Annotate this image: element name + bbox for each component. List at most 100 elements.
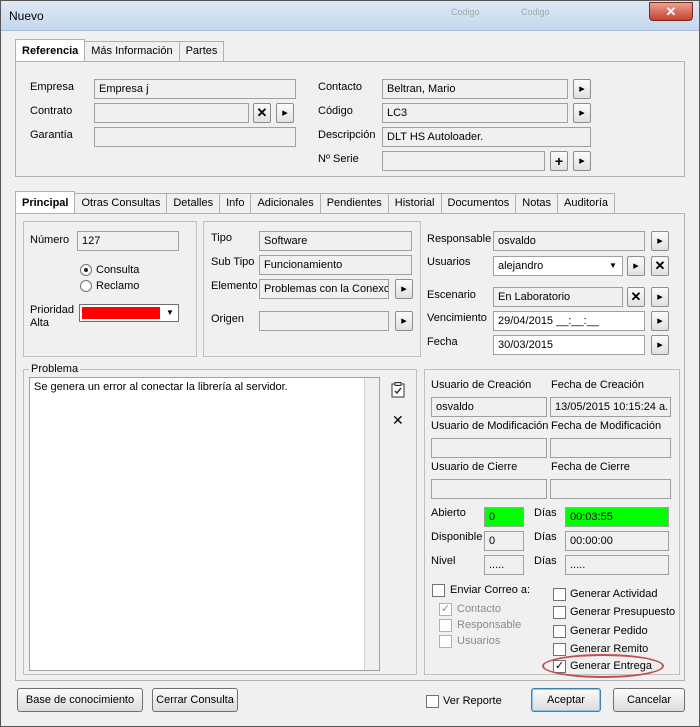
usuarios-select[interactable]: alejandro <box>493 256 623 276</box>
enviar-correo-label: Enviar Correo a: <box>450 584 531 596</box>
tab-info[interactable]: Info <box>219 193 252 213</box>
consulta-radio-label: Consulta <box>96 264 140 276</box>
codigo-field[interactable]: LC3 <box>382 103 568 123</box>
select-elemento-button[interactable]: ▸ <box>395 279 413 299</box>
add-serie-button[interactable]: + <box>550 151 568 171</box>
fecha-label: Fecha <box>427 336 458 348</box>
tipo-field[interactable]: Software <box>259 231 412 251</box>
arrow-right-icon: ▸ <box>579 83 585 95</box>
vencimiento-calendar-button[interactable]: ▸ <box>651 311 669 331</box>
usr-cierre-field <box>431 479 547 499</box>
tab-auditoria[interactable]: Auditoría <box>557 193 616 213</box>
empresa-label: Empresa <box>30 81 75 93</box>
arrow-right-icon: ▸ <box>657 291 663 303</box>
select-usuarios-button[interactable]: ▸ <box>627 256 645 276</box>
close-window-button[interactable]: ✕ <box>649 2 693 21</box>
tab-detalles[interactable]: Detalles <box>166 193 221 213</box>
contrato-field[interactable] <box>94 103 249 123</box>
checkmark-icon: ✓ <box>440 603 451 615</box>
clear-contrato-button[interactable]: ✕ <box>253 103 271 123</box>
select-serie-button[interactable]: ▸ <box>573 151 591 171</box>
close-icon: ✕ <box>256 105 268 120</box>
elemento-label: Elemento <box>211 280 258 292</box>
cancelar-button[interactable]: Cancelar <box>613 688 685 712</box>
dialog-window: Nuevo Codigo Codigo ✕ Referencia Más Inf… <box>0 0 700 727</box>
generar-actividad-checkbox[interactable] <box>553 588 566 601</box>
generar-remito-checkbox[interactable] <box>553 643 566 656</box>
contrato-label: Contrato <box>30 105 73 117</box>
select-origen-button[interactable]: ▸ <box>395 311 413 331</box>
fecha-field[interactable]: 30/03/2015 <box>493 335 645 355</box>
email-usuarios-checkbox[interactable] <box>439 635 452 648</box>
background-title-ghost: Codigo <box>521 7 550 17</box>
email-contacto-checkbox[interactable]: ✓ <box>439 603 452 616</box>
email-responsable-checkbox[interactable] <box>439 619 452 632</box>
prioridad-select[interactable]: ▼ <box>79 304 179 322</box>
background-title-ghost: Codigo <box>451 7 480 17</box>
fecha-cierre-field <box>550 479 671 499</box>
reclamo-radio[interactable] <box>80 280 92 292</box>
dias-disp-label: Días <box>534 531 557 543</box>
vencimiento-field[interactable]: 29/04/2015 __:__:__ <box>493 311 645 331</box>
origen-field[interactable] <box>259 311 389 331</box>
dias-abierto-field: 00:03:55 <box>565 507 669 527</box>
empresa-field[interactable]: Empresa j <box>94 79 296 99</box>
select-escenario-button[interactable]: ▸ <box>651 287 669 307</box>
email-usuarios-label: Usuarios <box>457 635 501 647</box>
enviar-correo-checkbox[interactable] <box>432 584 445 597</box>
serie-label: Nº Serie <box>318 153 359 165</box>
generar-presupuesto-label: Generar Presupuesto <box>570 606 676 618</box>
chevron-down-icon[interactable]: ▼ <box>605 257 621 275</box>
aceptar-button[interactable]: Aceptar <box>531 688 601 712</box>
tab-notas[interactable]: Notas <box>515 193 559 213</box>
close-icon: ✕ <box>630 289 642 304</box>
fecha-calendar-button[interactable]: ▸ <box>651 335 669 355</box>
tab-mas-informacion[interactable]: Más Información <box>84 41 180 61</box>
descripcion-field[interactable]: DLT HS Autoloader. <box>382 127 591 147</box>
clear-usuarios-button[interactable]: ✕ <box>651 256 669 276</box>
tab-partes[interactable]: Partes <box>178 41 225 61</box>
tab-referencia[interactable]: Referencia <box>15 39 86 61</box>
contacto-field[interactable]: Beltran, Mario <box>382 79 568 99</box>
select-responsable-button[interactable]: ▸ <box>651 231 669 251</box>
tab-documentos[interactable]: Documentos <box>440 193 517 213</box>
cerrar-consulta-button[interactable]: Cerrar Consulta <box>152 688 238 712</box>
dias-abierto-label: Días <box>534 507 557 519</box>
arrow-right-icon: ▸ <box>579 107 585 119</box>
select-contrato-button[interactable]: ▸ <box>276 103 294 123</box>
usr-creacion-field: osvaldo <box>431 397 547 417</box>
tab-adicionales[interactable]: Adicionales <box>250 193 321 213</box>
problema-textarea[interactable]: Se genera un error al conectar la librer… <box>29 377 380 671</box>
tab-historial[interactable]: Historial <box>387 193 442 213</box>
responsable-field[interactable]: osvaldo <box>493 231 645 251</box>
usr-mod-field <box>431 438 547 458</box>
problema-text: Se genera un error al conectar la librer… <box>34 381 288 393</box>
tab-principal[interactable]: Principal <box>15 191 76 213</box>
reference-tabs: Referencia Más Información Partes <box>15 39 225 61</box>
fecha-mod-label: Fecha de Modificación <box>551 420 662 432</box>
generar-presupuesto-checkbox[interactable] <box>553 606 566 619</box>
serie-field[interactable] <box>382 151 545 171</box>
tab-pendientes[interactable]: Pendientes <box>319 193 389 213</box>
vencimiento-label: Vencimiento <box>427 312 487 324</box>
problema-scrollbar[interactable] <box>364 378 379 670</box>
prioridad-value: Alta <box>30 317 49 329</box>
tab-otras-consultas[interactable]: Otras Consultas <box>74 193 168 213</box>
generar-pedido-checkbox[interactable] <box>553 625 566 638</box>
arrow-right-icon: ▸ <box>401 283 407 295</box>
select-codigo-button[interactable]: ▸ <box>573 103 591 123</box>
base-conocimiento-button[interactable]: Base de conocimiento <box>17 688 143 712</box>
delete-icon[interactable]: ✕ <box>392 412 404 429</box>
escenario-field[interactable]: En Laboratorio <box>493 287 623 307</box>
paste-icon[interactable] <box>391 382 405 398</box>
subtipo-field[interactable]: Funcionamiento <box>259 255 412 275</box>
elemento-field[interactable]: Problemas con la Conexci <box>259 279 389 299</box>
consulta-radio[interactable] <box>80 264 92 276</box>
select-contacto-button[interactable]: ▸ <box>573 79 591 99</box>
prioridad-color-swatch <box>82 307 160 319</box>
clear-escenario-button[interactable]: ✕ <box>627 287 645 307</box>
tipo-label: Tipo <box>211 232 232 244</box>
title-bar[interactable]: Nuevo Codigo Codigo ✕ <box>1 1 699 31</box>
garantia-field[interactable] <box>94 127 296 147</box>
ver-reporte-checkbox[interactable] <box>426 695 439 708</box>
